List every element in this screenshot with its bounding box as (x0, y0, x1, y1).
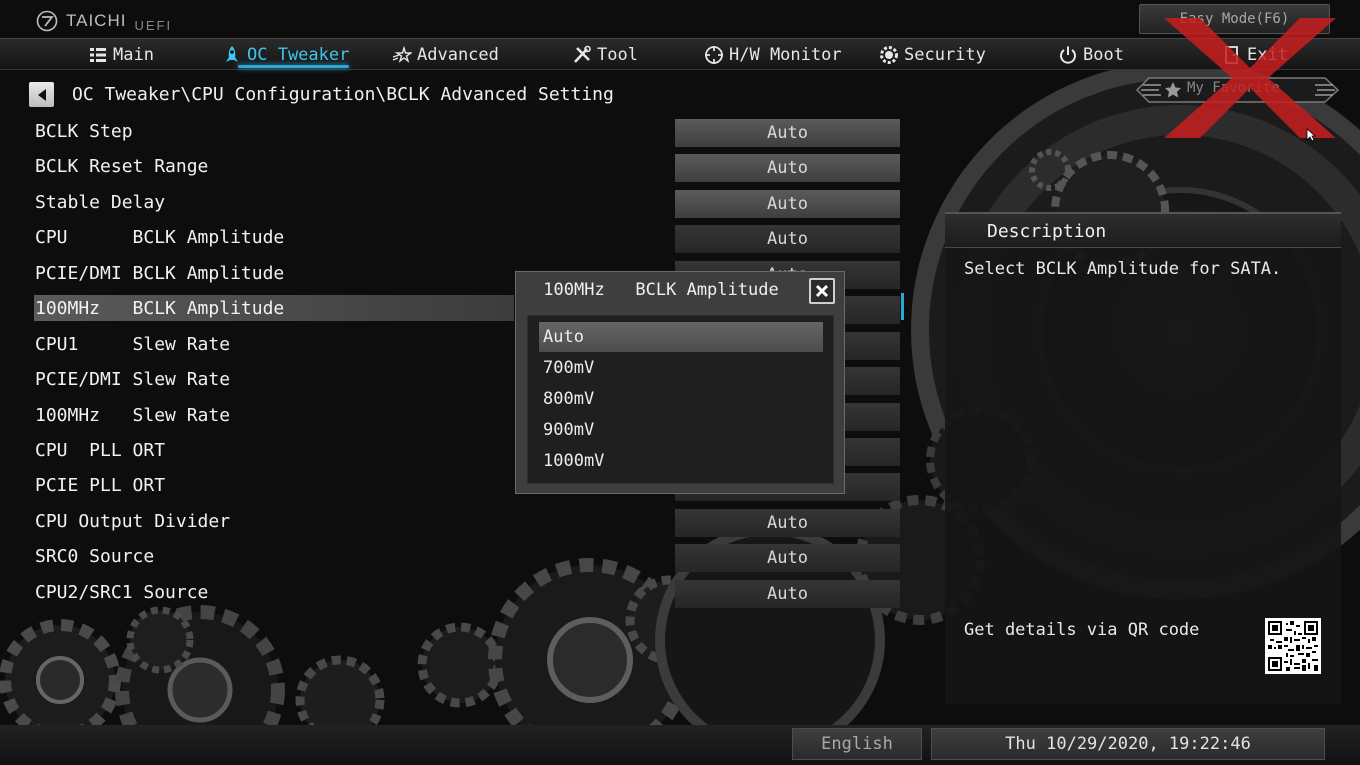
setting-value[interactable]: Auto (675, 580, 900, 608)
language-button[interactable]: English (792, 728, 922, 760)
description-panel: Description Select BCLK Amplitude for SA… (945, 212, 1341, 704)
popup-title: 100MHz BCLK Amplitude (543, 280, 779, 300)
setting-row-cpu2-src1-source[interactable]: CPU2/SRC1 Source Auto (34, 576, 909, 608)
setting-row-src0-source[interactable]: SRC0 Source Auto (34, 540, 909, 572)
tab-security[interactable]: Security (879, 39, 986, 70)
my-favorite-label: My Favorite (1187, 80, 1280, 96)
description-text: Select BCLK Amplitude for SATA. (964, 259, 1282, 279)
tab-advanced-label: Advanced (417, 44, 499, 65)
setting-label: Stable Delay (35, 192, 166, 213)
popup-option[interactable]: Auto (539, 322, 823, 352)
crosshair-icon (705, 45, 723, 64)
exit-door-icon (1225, 45, 1238, 64)
setting-value[interactable]: Auto (675, 544, 900, 572)
back-arrow-icon (37, 88, 46, 101)
qr-code-icon (1268, 621, 1318, 671)
setting-row-bclk-step[interactable]: BCLK Step Auto (34, 115, 909, 147)
qr-code (1265, 618, 1321, 674)
setting-row-cpu-output-divider[interactable]: CPU Output Divider Auto (34, 505, 909, 537)
setting-row-cpu-bclk-amplitude[interactable]: CPU BCLK Amplitude Auto (34, 221, 909, 253)
tab-exit-label: Exit (1247, 44, 1288, 65)
setting-label: PCIE PLL ORT (35, 475, 166, 496)
back-button[interactable] (29, 82, 54, 107)
setting-label: PCIE/DMI BCLK Amplitude (35, 263, 285, 284)
setting-value[interactable]: Auto (675, 119, 900, 147)
popup-option[interactable]: 1000mV (539, 446, 823, 476)
setting-value[interactable]: Auto (675, 154, 900, 182)
selection-marker (901, 293, 904, 320)
setting-label: CPU BCLK Amplitude (35, 227, 285, 248)
tab-hw-monitor-label: H/W Monitor (729, 44, 842, 65)
setting-label: CPU2/SRC1 Source (35, 582, 209, 603)
setting-value[interactable]: Auto (675, 190, 900, 218)
power-icon (1060, 46, 1076, 64)
setting-label: 100MHz Slew Rate (35, 405, 231, 426)
breadcrumb: OC Tweaker\CPU Configuration\BCLK Advanc… (72, 84, 614, 105)
tab-security-label: Security (904, 44, 986, 65)
mouse-cursor-icon (1306, 128, 1316, 142)
setting-label: CPU PLL ORT (35, 440, 166, 461)
qr-label: Get details via QR code (964, 620, 1200, 640)
easy-mode-button[interactable]: Easy Mode(F6) (1139, 4, 1330, 34)
setting-value[interactable]: Auto (675, 509, 900, 537)
tab-advanced[interactable]: Advanced (392, 39, 499, 70)
setting-row-bclk-reset-range[interactable]: BCLK Reset Range Auto (34, 150, 909, 182)
setting-label: 100MHz BCLK Amplitude (35, 298, 285, 319)
brand: TAICHI UEFI (36, 8, 172, 34)
tab-tool-label: Tool (597, 44, 638, 65)
tab-boot-label: Boot (1083, 44, 1124, 65)
brand-name: TAICHI (66, 11, 127, 30)
top-nav: Main OC Tweaker Advanced Tool H/W Monito… (0, 38, 1360, 70)
popup-option[interactable]: 800mV (539, 384, 823, 414)
setting-row-stable-delay[interactable]: Stable Delay Auto (34, 186, 909, 218)
brand-subtitle: UEFI (134, 17, 173, 33)
datetime-display: Thu 10/29/2020, 19:22:46 (931, 728, 1325, 760)
setting-label: BCLK Step (35, 121, 133, 142)
list-icon (90, 47, 106, 62)
tab-boot[interactable]: Boot (1058, 39, 1124, 70)
tab-hw-monitor[interactable]: H/W Monitor (704, 39, 842, 70)
tab-main[interactable]: Main (88, 39, 154, 70)
setting-value[interactable]: Auto (675, 225, 900, 253)
setting-label: CPU Output Divider (35, 511, 231, 532)
tools-icon (574, 45, 591, 63)
popup-option[interactable]: 900mV (539, 415, 823, 445)
tab-tool[interactable]: Tool (572, 39, 638, 70)
tab-oc-tweaker-label: OC Tweaker (247, 44, 350, 65)
setting-label: BCLK Reset Range (35, 156, 209, 177)
description-header: Description (945, 214, 1341, 248)
setting-label: PCIE/DMI Slew Rate (35, 369, 231, 390)
star-wing-icon (392, 45, 412, 63)
description-title: Description (987, 221, 1107, 242)
shield-gear-icon (880, 45, 898, 64)
setting-label: CPU1 Slew Rate (35, 334, 231, 355)
taichi-logo-icon (36, 10, 58, 32)
tab-oc-tweaker[interactable]: OC Tweaker (222, 39, 350, 70)
close-icon (815, 284, 829, 298)
popup-option-list: Auto 700mV 800mV 900mV 1000mV (527, 315, 834, 484)
tab-exit[interactable]: Exit (1222, 39, 1288, 70)
tab-main-label: Main (113, 44, 154, 65)
popup-close-button[interactable] (809, 278, 835, 304)
my-favorite-button[interactable]: My Favorite (1135, 76, 1340, 104)
setting-label: SRC0 Source (35, 546, 155, 567)
popup-option[interactable]: 700mV (539, 353, 823, 383)
option-popup: 100MHz BCLK Amplitude Auto 700mV 800mV 9… (515, 271, 845, 494)
rocket-icon (226, 45, 238, 62)
